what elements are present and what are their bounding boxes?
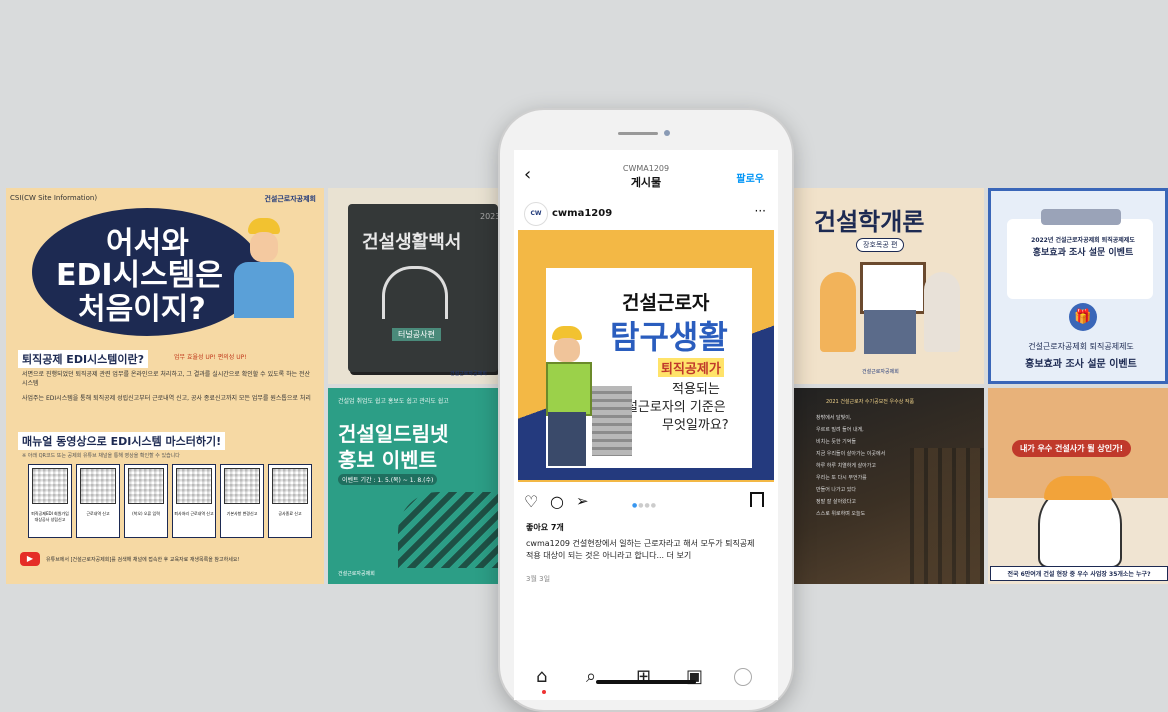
site-photo — [910, 448, 984, 584]
gift-icon: 🎁 — [1069, 303, 1097, 331]
tile-excellent-builder[interactable]: 내가 우수 건설사가 될 상인가! 전국 6만여개 건설 현장 중 우수 사업장… — [988, 388, 1168, 584]
banner-line-2: 홍보효과 조사 설문 이벤트 — [1032, 248, 1134, 258]
post-body-3: 무엇일까요? — [662, 418, 729, 433]
tile1-footer: 유튜브에서 [건설근로자공제회]를 검색해 채널에 접속한 후 교육자료 재생목… — [46, 557, 240, 563]
youtube-icon: ▶ — [20, 552, 40, 566]
post-body-1: 적용되는 — [672, 382, 720, 397]
more-icon[interactable]: ··· — [755, 204, 766, 218]
tile4-title: 건설학개론 — [814, 208, 925, 236]
post-logo: 건설근로자공제회 — [700, 462, 745, 469]
tile3-top: 건설업 취업도 쉽고 홍보도 쉽고 관리도 쉽고 — [338, 398, 449, 405]
tile3-title-1: 건설일드림넷 — [338, 422, 449, 446]
clipboard — [1007, 219, 1153, 299]
qr-grid: 퇴직공제EDI 회원가입 대상공사 성립신고 근로내역 신고 (착오) 오류 입… — [28, 464, 314, 540]
essay-lines: 창밖에서 달빛이, 우르르 밀려 들어 내게, 비치는 듯한 기억들 지금 우리… — [816, 412, 906, 520]
crowd-illustration — [398, 492, 498, 568]
home-active-dot — [542, 690, 546, 694]
speech-bubble: 내가 우수 건설사가 될 상인가! — [1012, 440, 1132, 457]
essay-line: 정말 잘 살아왔다고 — [816, 499, 856, 505]
qr-item: 퇴직공제EDI 회원가입 대상공사 성립신고 — [28, 464, 72, 538]
qr-item: (착오) 오류 입력 — [124, 464, 168, 538]
phone-speaker — [618, 132, 658, 135]
tile4-logo: 건설근로자공제회 — [862, 369, 899, 375]
bookmark-icon[interactable] — [750, 492, 764, 507]
footer-line-1: 건설근로자공제회 퇴직공제제도 — [1028, 342, 1134, 351]
likes-count[interactable]: 좋아요 7개 — [526, 522, 564, 533]
section1-title: 퇴직공제 EDI시스템이란? — [18, 350, 149, 368]
qr-item: 기본사항 변경신고 — [220, 464, 264, 538]
tile-construction-intro[interactable]: 건설학개론 장호목공 편 건설근로자공제회 — [790, 188, 984, 384]
qr-item: 근로내역 신고 — [76, 464, 120, 538]
essay-line: 스스로 위로하며 오늘도 — [816, 511, 866, 517]
avatar[interactable]: CW — [524, 202, 548, 226]
phone-camera — [664, 130, 670, 136]
post-title-1: 건설근로자 — [622, 292, 710, 314]
username[interactable]: cwma1209 — [552, 208, 612, 219]
worker-illustration — [228, 218, 298, 318]
tunnel-icon — [382, 266, 448, 319]
section2-note: ※ 아래 QR코드 또는 공제회 유튜브 채널을 통해 영상을 확인할 수 있습… — [22, 453, 180, 459]
tile3-period: 이벤트 기간 : 1. 5.(목) ~ 1. 8.(수) — [338, 474, 438, 485]
bullet-1: 서면으로 진행되었던 퇴직공제 관련 업무를 온라인으로 처리하고, 그 결과를… — [22, 371, 311, 387]
qr-item: 공사종료 신고 — [268, 464, 312, 538]
section2-title: 매뉴얼 동영상으로 EDI시스템 마스터하기! — [18, 432, 226, 450]
heart-icon[interactable]: ♡ — [524, 492, 538, 511]
clipboard-clip — [1041, 209, 1121, 225]
profile-icon[interactable] — [734, 668, 752, 686]
essay-line: 우리는 또 다시 무언가를 — [816, 475, 867, 481]
tile1-header: CSI(CW Site Information) — [10, 194, 98, 202]
tile7-caption: 전국 6만여개 건설 현장 중 우수 사업장 35개소는 누구? — [990, 566, 1168, 581]
tile1-logo: 건설근로자공제회 — [264, 195, 316, 203]
instagram-screen: ‹ CWMA1209 게시물 팔로우 CW cwma1209 ··· 건설근로자… — [514, 150, 778, 700]
home-icon[interactable]: ⌂ — [536, 666, 547, 687]
essay-line: 비치는 듯한 기억들 — [816, 439, 856, 445]
caption[interactable]: cwma1209 건설현장에서 일하는 근로자라고 해서 모두가 퇴직공제 적용… — [526, 538, 762, 562]
tile3-title-2: 홍보 이벤트 — [338, 448, 437, 472]
bullet-2: 사업주는 EDI시스템을 통해 퇴직공제 성립신고부터 근로내역 신고, 공사 … — [22, 395, 311, 402]
essay-line: 하루 하루 치열하게 살아가고 — [816, 463, 876, 469]
tile-construction-white-paper[interactable]: 건설생활백서 2023 터널공사편 건설근로자공제회 — [328, 188, 498, 384]
character-helmet — [1044, 476, 1112, 500]
essay-line: 창밖에서 달빛이, — [816, 415, 852, 421]
tile6-header: 2021 건설근로자 수기공모전 우수상 작품 — [826, 399, 915, 405]
tile3-logo: 건설근로자공제회 — [338, 571, 375, 577]
section1-badge: 업무 효율성 UP! 편의성 UP! — [174, 354, 247, 361]
post-highlight: 퇴직공제가 — [658, 358, 724, 377]
book-subtitle: 터널공사편 — [392, 328, 441, 341]
carousel-dots: ●●●● — [632, 502, 657, 509]
book-year: 2023 — [480, 212, 498, 221]
share-icon[interactable]: ➢ — [576, 492, 589, 510]
workers-illustration — [820, 262, 960, 358]
tile2-logo: 건설근로자공제회 — [450, 371, 487, 377]
comment-icon[interactable]: ○ — [550, 492, 564, 511]
essay-line: 만들어 나가고 있다 — [816, 487, 856, 493]
post-image[interactable]: 건설근로자 탐구생활 퇴직공제가 적용되는 건설근로자의 기준은 무엇일까요? … — [518, 230, 774, 482]
book-title: 건설생활백서 — [362, 232, 462, 253]
follow-button[interactable]: 팔로우 — [736, 170, 764, 185]
post-date: 3월 3일 — [526, 575, 551, 583]
search-icon[interactable]: ⌕ — [586, 666, 596, 687]
tile-dreamnet-event[interactable]: 건설업 취업도 쉽고 홍보도 쉽고 관리도 쉽고 건설일드림넷 홍보 이벤트 이… — [328, 388, 498, 584]
post-worker — [542, 326, 632, 476]
tile4-badge: 장호목공 편 — [856, 238, 905, 252]
banner-line-1: 2022년 건설근로자공제회 퇴직공제제도 — [1031, 237, 1135, 244]
phone-mockup: ‹ CWMA1209 게시물 팔로우 CW cwma1209 ··· 건설근로자… — [498, 108, 794, 712]
footer-line-2: 홍보효과 조사 설문 이벤트 — [1025, 359, 1137, 370]
essay-line: 지금 우리들이 살아가는 이곳에서 — [816, 451, 886, 457]
tile-edi-system[interactable]: CSI(CW Site Information) 건설근로자공제회 어서와 ED… — [6, 188, 324, 584]
tile1-title-3: 처음이지? — [78, 292, 206, 327]
tile-essay[interactable]: 2021 건설근로자 수기공모전 우수상 작품 창밖에서 달빛이, 우르르 밀려… — [790, 388, 984, 584]
post-title-2: 탐구생활 — [610, 318, 728, 356]
tile-survey-event[interactable]: 2022년 건설근로자공제회 퇴직공제제도 홍보효과 조사 설문 이벤트 🎁 건… — [988, 188, 1168, 384]
home-indicator — [596, 680, 696, 684]
qr-item: 퇴사처리 근로내역 신고 — [172, 464, 216, 538]
essay-line: 우르르 밀려 들어 내게, — [816, 427, 864, 433]
